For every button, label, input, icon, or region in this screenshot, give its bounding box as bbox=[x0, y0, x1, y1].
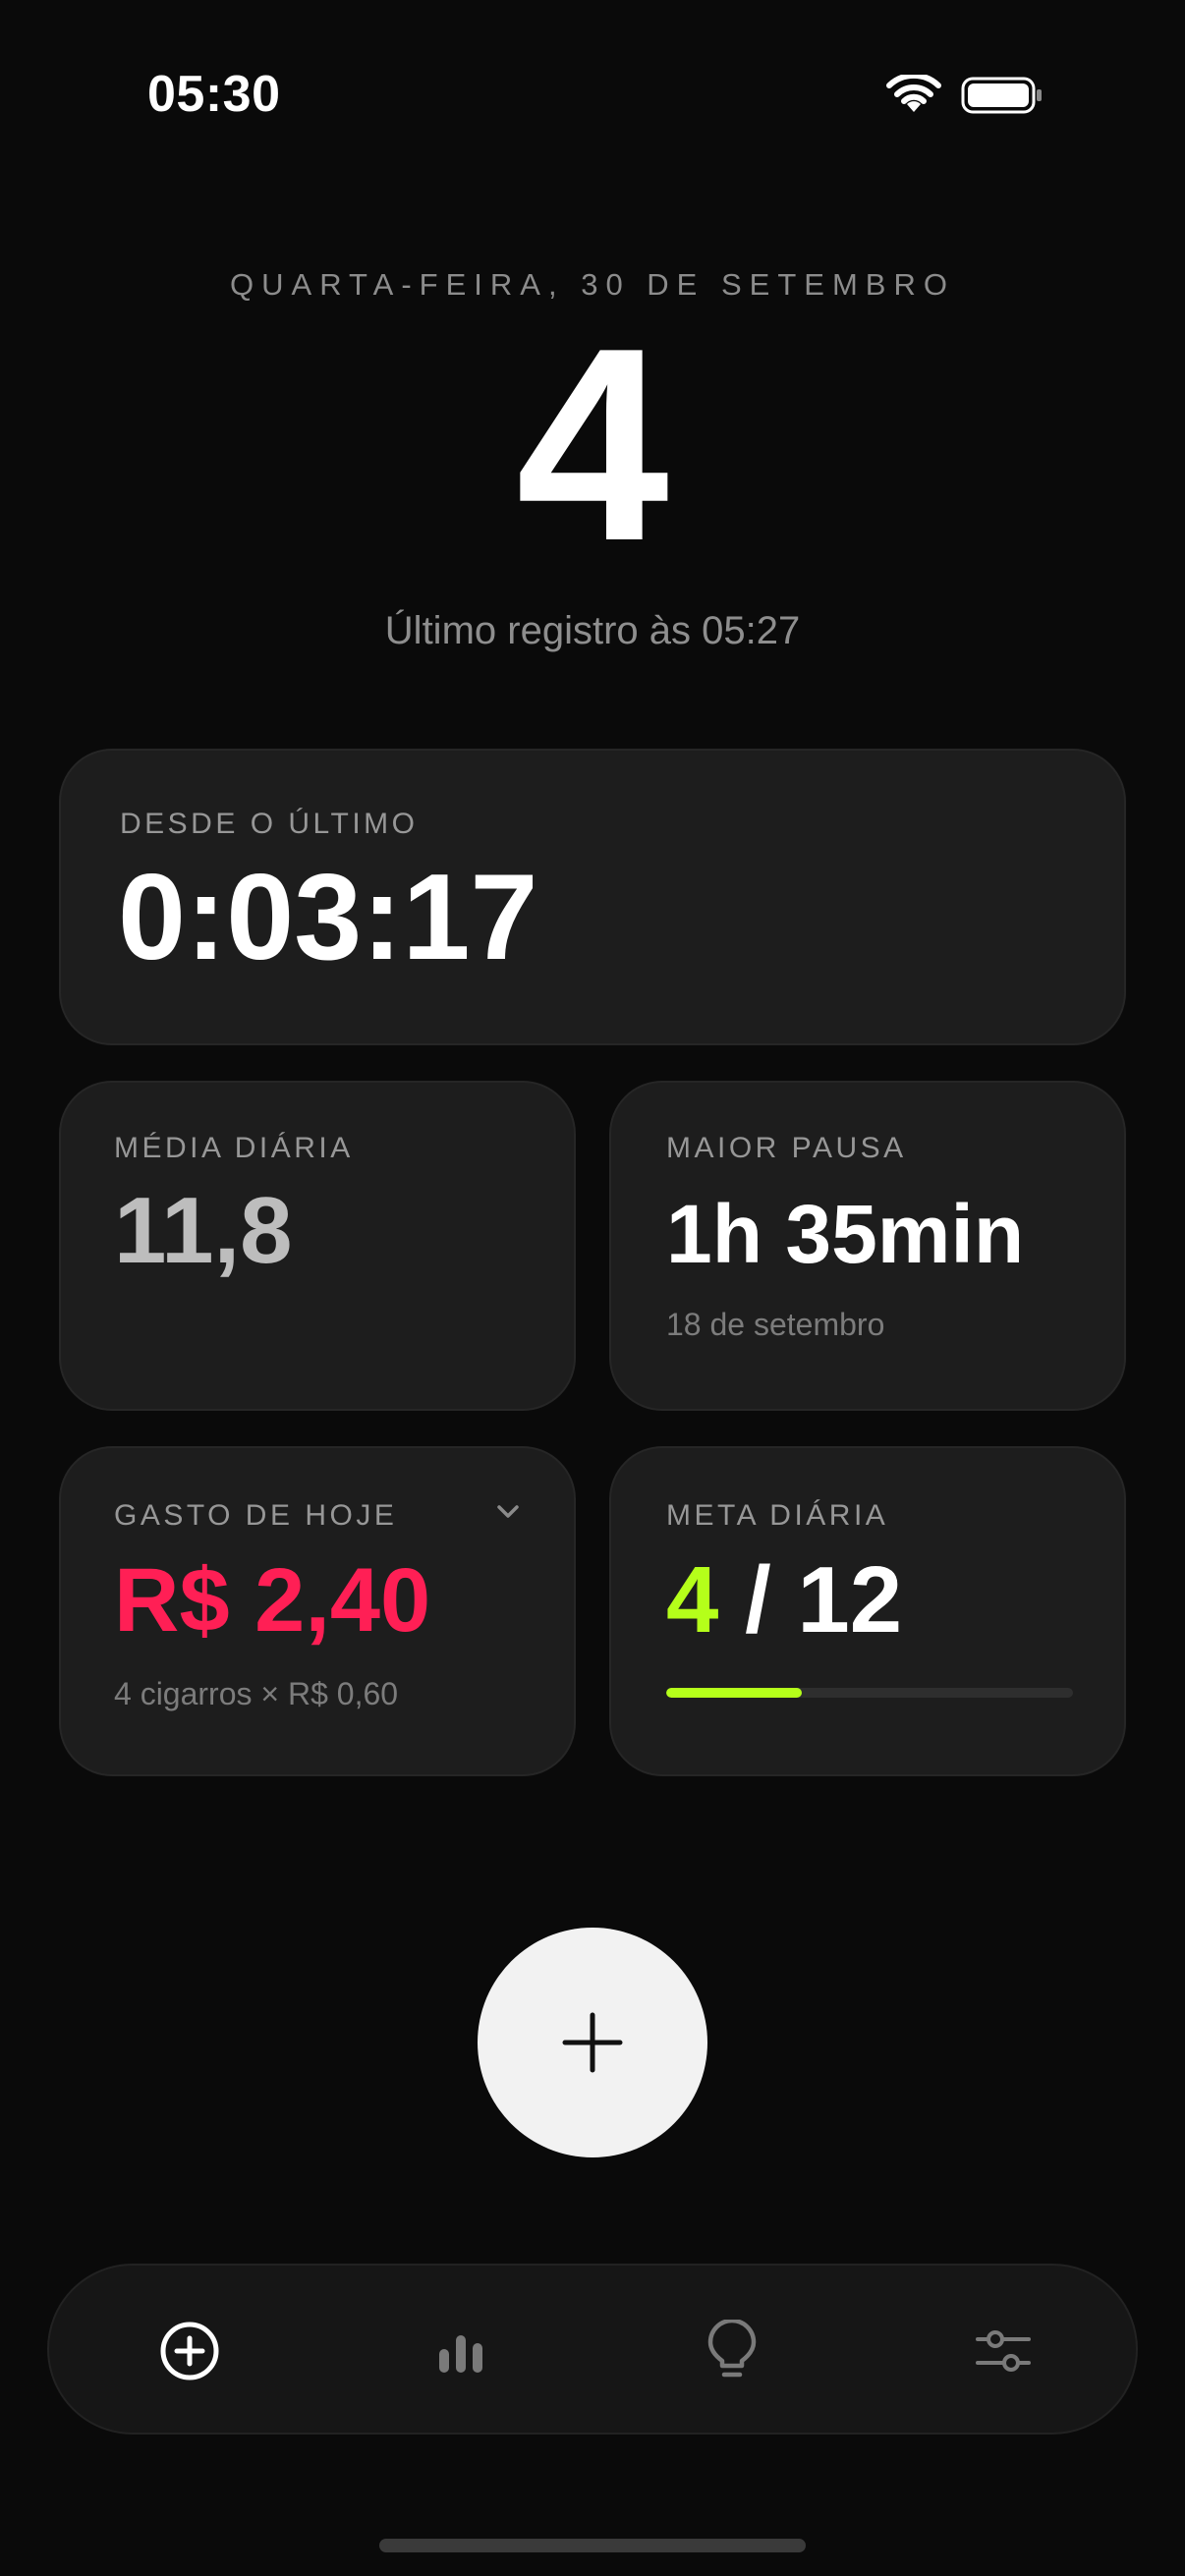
daily-goal-progress-fill bbox=[666, 1688, 802, 1698]
tab-statistics[interactable] bbox=[424, 2315, 497, 2387]
add-circle-icon bbox=[160, 2322, 219, 2380]
daily-goal-value: 4 / 12 bbox=[666, 1546, 902, 1654]
wifi-icon bbox=[886, 75, 941, 112]
sliders-icon bbox=[976, 2330, 1031, 2372]
status-time: 05:30 bbox=[147, 66, 281, 123]
longest-pause-date: 18 de setembro bbox=[666, 1307, 885, 1342]
daily-goal-card: META DIÁRIA 4 / 12 bbox=[609, 1446, 1126, 1776]
add-cigarette-button[interactable] bbox=[478, 1928, 707, 2157]
daily-goal-current: 4 bbox=[666, 1547, 719, 1652]
daily-average-card: MÉDIA DIÁRIA 11,8 bbox=[59, 1081, 576, 1411]
bar-chart-icon bbox=[439, 2335, 482, 2373]
longest-pause-label: MAIOR PAUSA bbox=[666, 1132, 907, 1164]
tab-bar bbox=[47, 2264, 1138, 2435]
lightbulb-icon bbox=[707, 2320, 757, 2378]
daily-goal-separator: / bbox=[718, 1547, 798, 1652]
daily-goal-label: META DIÁRIA bbox=[666, 1499, 889, 1532]
spend-today-card[interactable]: GASTO DE HOJE R$ 2,40 4 cigarros × R$ 0,… bbox=[59, 1446, 576, 1776]
longest-pause-value: 1h 35min bbox=[666, 1188, 1025, 1280]
daily-average-value: 11,8 bbox=[114, 1178, 293, 1283]
spend-today-value: R$ 2,40 bbox=[114, 1550, 431, 1651]
tab-tips[interactable] bbox=[696, 2315, 768, 2387]
since-last-timer: 0:03:17 bbox=[118, 850, 538, 985]
since-last-card: DESDE O ÚLTIMO 0:03:17 bbox=[59, 749, 1126, 1045]
longest-pause-card: MAIOR PAUSA 1h 35min 18 de setembro bbox=[609, 1081, 1126, 1411]
tab-register[interactable] bbox=[153, 2315, 226, 2387]
tab-settings[interactable] bbox=[967, 2315, 1040, 2387]
since-last-label: DESDE O ÚLTIMO bbox=[120, 808, 419, 840]
battery-icon bbox=[961, 77, 1042, 114]
home-indicator bbox=[379, 2539, 806, 2552]
spend-today-label: GASTO DE HOJE bbox=[114, 1499, 398, 1532]
chevron-down-icon[interactable] bbox=[493, 1497, 523, 1527]
plus-icon bbox=[562, 2012, 623, 2073]
last-record-text: Último registro às 05:27 bbox=[384, 609, 801, 652]
today-count: 4 bbox=[516, 292, 669, 598]
spend-today-detail: 4 cigarros × R$ 0,60 bbox=[114, 1676, 399, 1711]
daily-average-label: MÉDIA DIÁRIA bbox=[114, 1132, 354, 1164]
daily-goal-target: 12 bbox=[797, 1547, 903, 1652]
daily-goal-progress bbox=[666, 1688, 1073, 1698]
